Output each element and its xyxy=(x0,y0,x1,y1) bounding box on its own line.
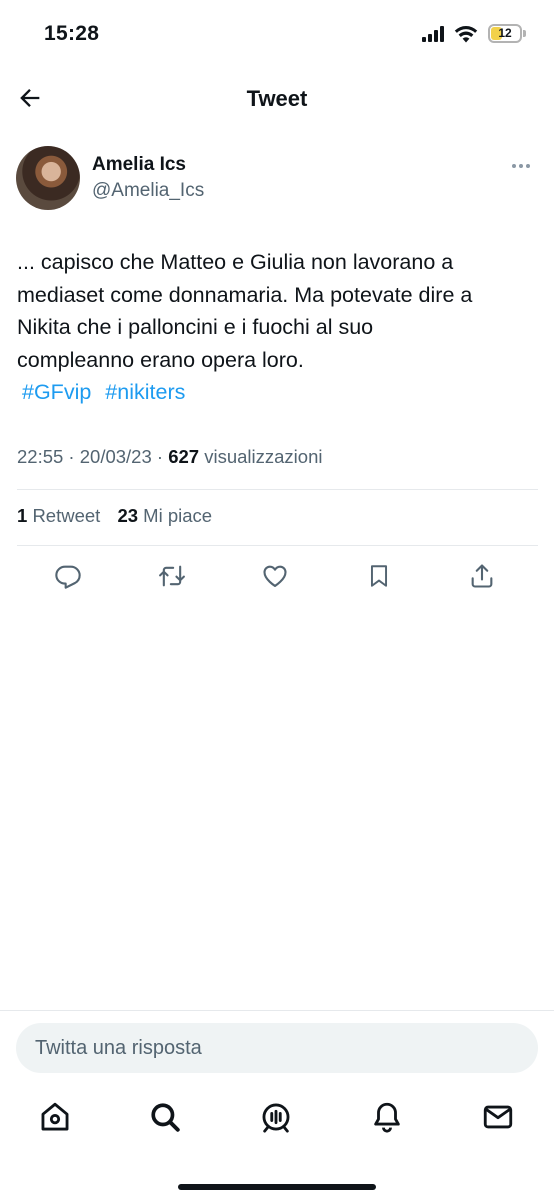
hashtag-link[interactable]: #nikiters xyxy=(105,380,185,404)
tweet-author: Amelia Ics @Amelia_Ics xyxy=(16,146,538,212)
reply-input[interactable]: Twitta una risposta xyxy=(16,1023,538,1073)
tweet-actions xyxy=(0,556,554,600)
search-icon xyxy=(151,1103,180,1132)
reply-icon xyxy=(55,565,81,589)
page-title: Tweet xyxy=(246,86,308,111)
status-bar: 15:28 12 xyxy=(0,0,554,70)
tab-home[interactable] xyxy=(37,1099,73,1135)
spaces-icon xyxy=(262,1103,290,1133)
author-handle[interactable]: @Amelia_Ics xyxy=(92,180,204,202)
retweet-icon xyxy=(159,565,185,587)
tab-messages[interactable] xyxy=(480,1099,516,1135)
share-icon xyxy=(471,564,493,588)
bookmark-button[interactable] xyxy=(363,560,395,592)
tab-bar xyxy=(0,1087,554,1147)
wifi-icon xyxy=(454,25,478,42)
status-time: 15:28 xyxy=(44,22,100,45)
likes-stat[interactable]: 23 Mi piace xyxy=(117,505,212,526)
divider xyxy=(17,545,538,546)
views-label: visualizzazioni xyxy=(204,446,323,467)
home-icon xyxy=(41,1102,69,1131)
tweet-text-line: Nikita che i palloncini e i fuochi al su… xyxy=(17,315,374,339)
tweet-text-line: compleanno erano opera loro. xyxy=(17,347,304,372)
retweet-button[interactable] xyxy=(156,560,188,592)
battery-icon: 12 xyxy=(488,24,522,43)
bookmark-icon xyxy=(370,565,388,587)
share-button[interactable] xyxy=(466,560,498,592)
views-count: 627 xyxy=(168,446,200,467)
status-icons: 12 xyxy=(422,24,526,43)
hashtag-link[interactable]: #GFvip xyxy=(22,380,91,404)
battery-level: 12 xyxy=(498,26,512,40)
tab-search[interactable] xyxy=(147,1099,183,1135)
header: Tweet xyxy=(0,74,554,124)
home-indicator xyxy=(178,1184,376,1190)
divider xyxy=(17,489,538,490)
retweets-stat[interactable]: 1 Retweet xyxy=(17,505,100,526)
tweet-meta: 22:55 · 20/03/23 · 627 visualizzazioni xyxy=(17,446,323,467)
more-icon xyxy=(512,164,516,168)
tweet-stats: 1 Retweet 23 Mi piace xyxy=(17,505,224,527)
messages-icon xyxy=(483,1105,513,1129)
likes-label: Mi piace xyxy=(143,505,213,526)
tab-spaces[interactable] xyxy=(258,1099,294,1135)
author-name[interactable]: Amelia Ics xyxy=(92,154,186,176)
notifications-icon xyxy=(374,1102,400,1133)
tweet-time: 22:55 xyxy=(17,446,64,467)
cellular-signal-icon xyxy=(422,25,444,42)
tweet-date: 20/03/23 xyxy=(79,446,152,467)
hashtags: #GFvip #nikiters xyxy=(22,376,193,408)
likes-count: 23 xyxy=(117,505,139,526)
tweet-text-line: ... capisco che Matteo e Giulia non lavo… xyxy=(17,250,454,274)
reply-button[interactable] xyxy=(52,560,84,592)
tab-notifications[interactable] xyxy=(369,1099,405,1135)
more-options-button[interactable] xyxy=(506,156,536,176)
tweet-text-line: mediaset come donnamaria. Ma potevate di… xyxy=(17,282,473,307)
avatar[interactable] xyxy=(16,146,80,210)
like-icon xyxy=(263,565,287,587)
retweets-count: 1 xyxy=(17,505,28,526)
tweet-text: ... capisco che Matteo e Giulia non lavo… xyxy=(17,246,532,376)
like-button[interactable] xyxy=(259,560,291,592)
retweets-label: Retweet xyxy=(32,505,101,526)
bottom-bar: Twitta una risposta xyxy=(0,1010,554,1200)
